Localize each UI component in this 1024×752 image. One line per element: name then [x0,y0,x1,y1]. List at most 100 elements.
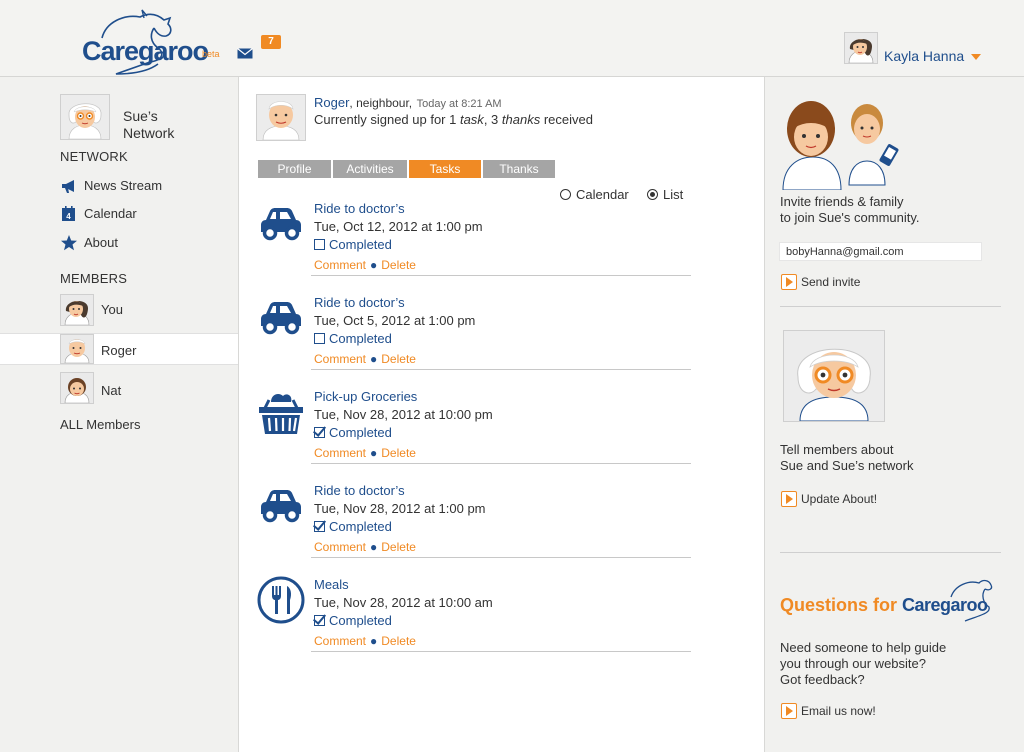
task-title-link[interactable]: Ride to doctor’s [314,483,405,498]
task-status[interactable]: Completed [314,425,392,440]
invite-line: to join Sue's community. [780,210,920,225]
delete-link[interactable]: Delete [381,352,416,366]
summary-text: , 3 [483,112,502,127]
member-avatar [60,294,94,326]
bullet-separator: ● [370,446,378,460]
main-content: Roger, neighbour, Today at 8:21 AM Curre… [239,77,765,752]
tab-activities[interactable]: Activities [333,160,407,178]
task-status[interactable]: Completed [314,331,392,346]
bullet-separator: ● [370,258,378,272]
star-icon [61,235,77,251]
send-invite-button[interactable]: Send invite [781,274,901,290]
profile-relation: , neighbour, [349,96,413,110]
all-members-link[interactable]: ALL Members [60,417,140,432]
chevron-down-icon[interactable] [971,54,981,60]
comment-link[interactable]: Comment [314,634,366,648]
delete-link[interactable]: Delete [381,446,416,460]
delete-link[interactable]: Delete [381,634,416,648]
notification-count-badge[interactable]: 7 [261,35,281,49]
task-row: Meals Tue, Nov 28, 2012 at 10:00 am Comple… [257,576,691,664]
nav-about[interactable]: About [60,233,230,253]
profile-header: Roger, neighbour, Today at 8:21 AM [314,94,502,112]
bullet-separator: ● [370,634,378,648]
checkbox-icon[interactable] [314,239,325,250]
summary-text: Currently signed up for 1 [314,112,460,127]
task-date: Tue, Oct 5, 2012 at 1:00 pm [314,313,476,328]
checkbox-checked-icon[interactable] [314,521,325,532]
tab-thanks[interactable]: Thanks [483,160,555,178]
task-title-link[interactable]: Meals [314,577,349,592]
summary-task: task [459,112,484,127]
members-heading: MEMBERS [60,271,128,286]
right-sidebar: Invite friends & family to join Sue's co… [765,77,1024,752]
beta-badge: beta [202,49,220,59]
member-name: Nat [101,383,122,398]
task-date: Tue, Oct 12, 2012 at 1:00 pm [314,219,483,234]
comment-link[interactable]: Comment [314,446,366,460]
divider [780,306,1001,307]
summary-text: received [540,112,593,127]
delete-link[interactable]: Delete [381,258,416,272]
bullet-separator: ● [370,540,378,554]
task-status[interactable]: Completed [314,613,392,628]
checkbox-checked-icon[interactable] [314,427,325,438]
task-divider [311,463,691,464]
task-status[interactable]: Completed [314,237,392,252]
profile-summary: Currently signed up for 1 task, 3 thanks… [314,112,593,127]
divider [780,552,1001,553]
questions-title: Questions for Caregaroo [780,595,988,616]
task-status-label: Completed [329,519,392,534]
task-actions: Comment ● Delete [314,446,416,460]
profile-name-link[interactable]: Roger [314,95,349,110]
checkbox-icon[interactable] [314,333,325,344]
checkbox-checked-icon[interactable] [314,615,325,626]
comment-link[interactable]: Comment [314,540,366,554]
task-date: Tue, Nov 28, 2012 at 1:00 pm [314,501,486,516]
user-avatar [844,32,878,64]
help-line: you through our website? [780,656,926,671]
task-title-link[interactable]: Ride to doctor’s [314,295,405,310]
tell-line: Tell members about [780,442,894,457]
update-about-label: Update About! [801,492,878,506]
task-status[interactable]: Completed [314,519,392,534]
nav-label: About [84,235,118,250]
profile-timestamp: Today at 8:21 AM [416,98,502,110]
sue-avatar [783,330,885,422]
task-title-link[interactable]: Pick-up Groceries [314,389,417,404]
task-title-link[interactable]: Ride to doctor’s [314,201,405,216]
member-roger[interactable]: Roger [0,333,238,365]
update-about-button[interactable]: Update About! [781,491,901,507]
task-divider [311,369,691,370]
task-status-label: Completed [329,331,392,346]
task-actions: Comment ● Delete [314,352,416,366]
fork-knife-icon [257,576,305,624]
task-status-label: Completed [329,425,392,440]
tab-tasks[interactable]: Tasks [409,160,481,178]
megaphone-icon [62,180,74,193]
comment-link[interactable]: Comment [314,258,366,272]
task-date: Tue, Nov 28, 2012 at 10:00 pm [314,407,493,422]
questions-prefix: Questions for [780,595,903,615]
questions-brand: Caregaroo [902,595,988,615]
grocery-basket-icon [257,388,305,436]
email-us-button[interactable]: Email us now! [781,703,901,719]
task-divider [311,275,691,276]
comment-link[interactable]: Comment [314,352,366,366]
task-status-label: Completed [329,237,392,252]
member-nat[interactable]: Nat [0,372,238,404]
play-arrow-icon [781,703,797,719]
messages-button[interactable] [237,46,253,64]
car-icon [257,482,305,530]
invite-email-input[interactable] [779,242,982,261]
nav-calendar[interactable]: 4 Calendar [60,204,230,224]
car-icon [257,200,305,248]
member-name: Roger [101,343,137,358]
delete-link[interactable]: Delete [381,540,416,554]
tell-members-text: Tell members about Sue and Sue’s network [780,442,913,474]
nav-news-stream[interactable]: News Stream [60,176,230,196]
tell-line: Sue and Sue’s network [780,458,914,473]
help-line: Need someone to help guide [780,640,947,655]
svg-text:4: 4 [66,212,71,221]
tab-profile[interactable]: Profile [258,160,331,178]
member-you[interactable]: You [0,294,238,326]
